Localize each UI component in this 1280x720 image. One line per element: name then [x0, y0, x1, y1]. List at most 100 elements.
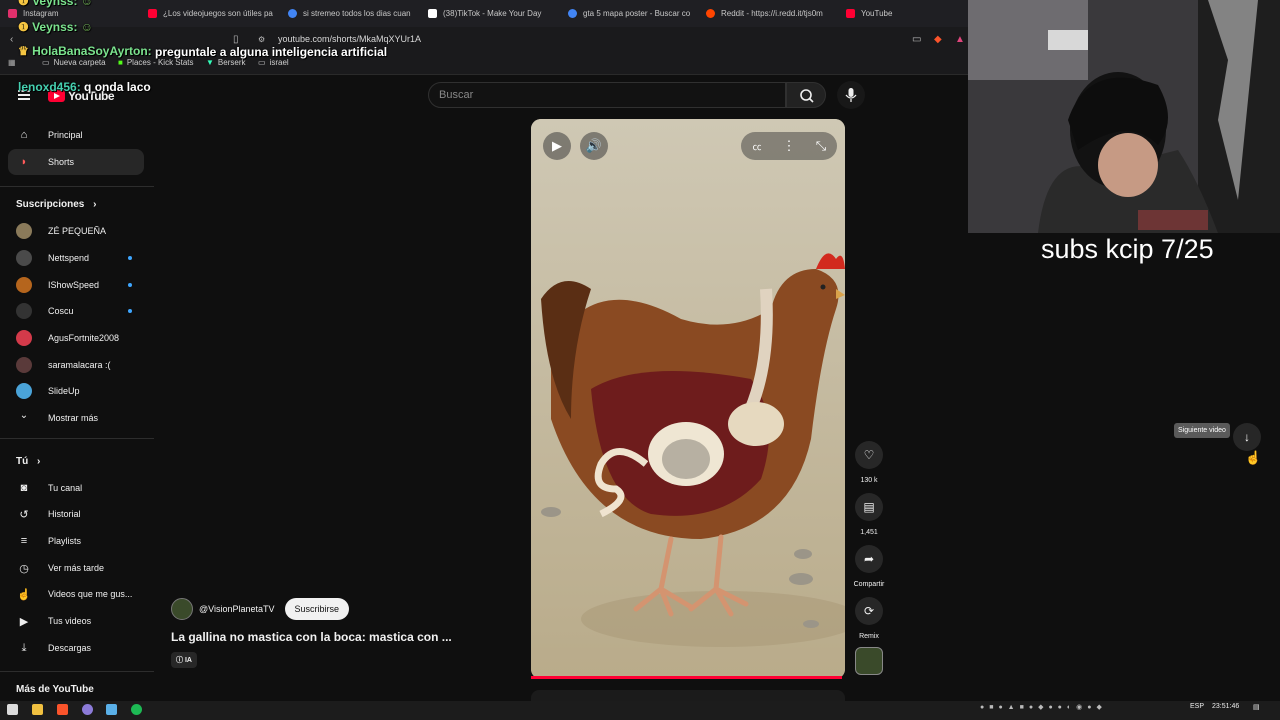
url-field[interactable]: youtube.com/shorts/MkaMqXYUr1A [278, 34, 421, 44]
subscription-item[interactable]: IShowSpeed [16, 273, 136, 297]
volume-button[interactable]: 🔊 [580, 132, 608, 160]
channel-sound-icon [855, 647, 883, 675]
sidebar-item-playlists[interactable]: ≡ Playlists [8, 528, 144, 554]
back-icon[interactable]: ‹ [10, 34, 13, 45]
tiktok-icon [428, 9, 437, 18]
next-video-button[interactable]: ↓ [1233, 423, 1261, 451]
avatar [16, 357, 32, 373]
channel-name[interactable]: @VisionPlanetaTV [199, 604, 275, 614]
short-title[interactable]: La gallina no mastica con la boca: masti… [171, 630, 452, 644]
bookmark-icon[interactable]: ▯ [233, 34, 239, 45]
avatar [16, 277, 32, 293]
spotify-icon[interactable] [131, 704, 142, 715]
fullscreen-button[interactable]: ⤡ [807, 132, 835, 160]
browser-tab-bar: Instagram ¿Los videojuegos son útiles pa… [0, 0, 968, 27]
app-icon[interactable] [106, 704, 117, 715]
sidebar-item-shorts[interactable]: ◗ Shorts [8, 149, 144, 175]
subscription-item[interactable]: ZÉ PEQUEÑA [16, 219, 136, 243]
badge-icon: ❶ [18, 20, 33, 34]
browser-tab[interactable]: (38)TikTok - Make Your Day [420, 0, 560, 27]
subscription-item[interactable]: Nettspend [16, 246, 136, 270]
subscribe-button[interactable]: Suscribirse [284, 598, 350, 620]
subscriptions-heading[interactable]: Suscripciones › [16, 199, 96, 210]
ai-badge[interactable]: ⓘ IA [171, 652, 197, 668]
webcam-feed [968, 0, 1280, 233]
remix-icon: ⟳ [855, 597, 883, 625]
chevron-down-icon: ⌄ [19, 410, 29, 421]
you-heading[interactable]: Tú › [16, 456, 40, 467]
channel-avatar[interactable] [171, 598, 193, 620]
cast-icon[interactable]: ▭ [912, 34, 921, 45]
history-icon: ↺ [19, 508, 29, 521]
chat-message: ♛ HolaBanaSoyAyrton: preguntale a alguna… [18, 44, 388, 59]
obs-icon[interactable] [82, 704, 93, 715]
like-action[interactable]: ♡ 130 k [853, 441, 885, 484]
emote-icon: ☺ [77, 0, 94, 8]
comments-action[interactable]: ▤ 1,451 [853, 493, 885, 536]
badge-icon: ❶ [18, 0, 33, 8]
downloads-icon: ⤓ [21, 641, 27, 654]
avatar [16, 383, 32, 399]
site-info-icon[interactable]: ⚙ [258, 35, 265, 44]
notifications-icon[interactable]: ▤ [1253, 703, 1260, 711]
sidebar-item-historial[interactable]: ↺ Historial [8, 501, 144, 527]
clock[interactable]: 23:51:46 [1212, 703, 1239, 710]
brave-shield-icon[interactable]: ◆ [934, 34, 942, 45]
streamer-webcam-image [968, 0, 1280, 233]
browser-tab-active[interactable]: YouTube [838, 0, 958, 27]
fullscreen-icon: ⤡ [815, 138, 827, 153]
volume-icon: 🔊 [585, 138, 603, 153]
language-indicator[interactable]: ESP [1190, 703, 1204, 710]
sidebar-item-ver-mas-tarde[interactable]: ◷ Ver más tarde [8, 555, 144, 581]
shorts-icon: ◗ [20, 156, 28, 168]
file-explorer-icon[interactable] [32, 704, 43, 715]
windows-start-icon[interactable] [7, 704, 18, 715]
share-action[interactable]: ➦ Compartir [853, 545, 885, 588]
player-controls-group: ㏄ ⋮ ⤡ [741, 132, 837, 160]
chevron-right-icon: › [93, 199, 97, 210]
system-tray-icons[interactable]: ●■●▲■●◆●●◐◉●◆ [980, 703, 1190, 711]
brave-browser-icon[interactable] [57, 704, 68, 715]
remix-action[interactable]: ⟳ Remix [853, 597, 885, 640]
more-vertical-icon: ⋮ [782, 138, 796, 153]
avatar [16, 303, 32, 319]
brave-rewards-icon[interactable]: ▲ [955, 34, 965, 45]
avatar [16, 330, 32, 346]
apps-icon[interactable]: ▦ [8, 58, 16, 67]
show-more-button[interactable]: ⌄ Mostrar más [16, 406, 136, 430]
subscription-item[interactable]: Coscu [16, 299, 136, 323]
google-icon [288, 9, 297, 18]
subscription-item[interactable]: saramalacara :( [16, 353, 136, 377]
sidebar-item-descargas[interactable]: ⤓ Descargas [8, 635, 144, 661]
sidebar-item-tu-canal[interactable]: ◙ Tu canal [8, 475, 144, 501]
reddit-icon [706, 9, 715, 18]
sound-avatar[interactable] [853, 647, 885, 675]
google-icon [568, 9, 577, 18]
subscription-item[interactable]: SlideUp [16, 379, 136, 403]
captions-button[interactable]: ㏄ [743, 132, 771, 160]
emote-icon: ☺ [77, 20, 94, 34]
short-video-player[interactable] [531, 119, 845, 679]
subscription-item[interactable]: AgusFortnite2008 [16, 326, 136, 350]
browser-tab[interactable]: Reddit - https://i.redd.it/tjs0m [698, 0, 838, 27]
video-progress-bar[interactable] [531, 676, 842, 679]
search-input[interactable]: Buscar [428, 82, 786, 108]
browser-tab[interactable]: gta 5 mapa poster - Buscar co [560, 0, 698, 27]
new-content-dot [128, 309, 132, 313]
more-from-youtube-heading: Más de YouTube [16, 684, 94, 695]
search-button[interactable] [786, 82, 826, 108]
watch-later-icon: ◷ [19, 562, 29, 575]
sidebar: ⌂ Principal ◗ Shorts Suscripciones › ZÉ PE… [0, 120, 154, 720]
sidebar-item-principal[interactable]: ⌂ Principal [8, 122, 144, 148]
stream-overlay-text: subs kcip 7/25 [1041, 234, 1214, 264]
new-content-dot [128, 283, 132, 287]
sidebar-item-liked-videos[interactable]: ☝ Videos que me gus... [8, 581, 144, 607]
more-options-button[interactable]: ⋮ [775, 132, 803, 160]
browser-tab[interactable]: si stremeo todos los dias cuan [280, 0, 420, 27]
voice-search-button[interactable] [837, 81, 865, 109]
browser-tab[interactable]: ¿Los videojuegos son útiles pa [140, 0, 280, 27]
play-button[interactable]: ▶ [543, 132, 571, 160]
channel-row: @VisionPlanetaTV Suscribirse [171, 598, 350, 620]
sidebar-item-tus-videos[interactable]: ▶ Tus videos [8, 608, 144, 634]
your-videos-icon: ▶ [19, 615, 29, 628]
